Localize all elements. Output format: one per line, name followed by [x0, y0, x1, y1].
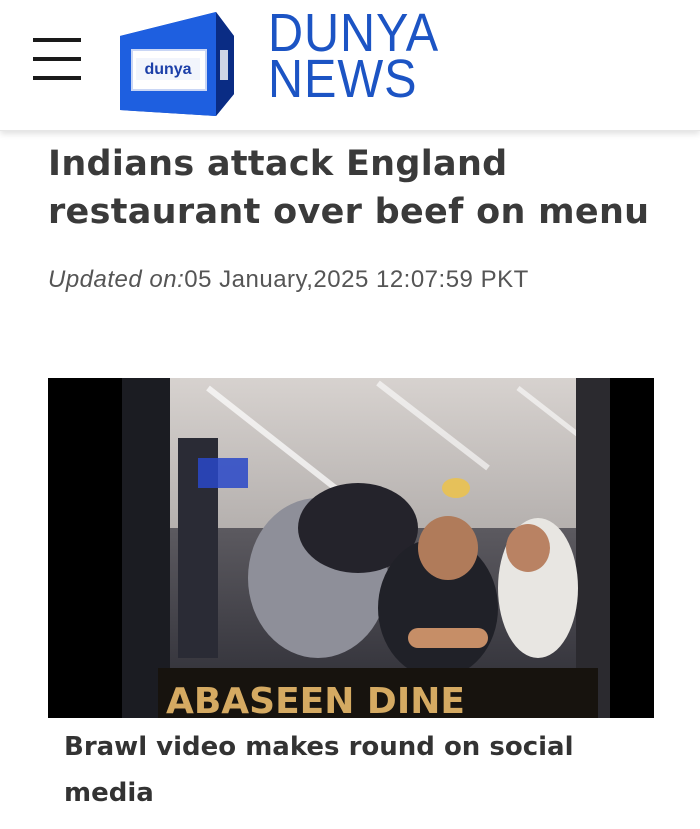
brand-wordmark[interactable]: DUNYA NEWS: [268, 6, 458, 109]
site-header: dunya DUNYA NEWS: [0, 0, 700, 131]
dunya-logo-icon[interactable]: dunya: [112, 6, 240, 118]
updated-value: 05 January,2025 12:07:59 PKT: [184, 266, 529, 293]
hamburger-menu-icon[interactable]: [33, 38, 81, 80]
article-header: Indians attack England restaurant over b…: [48, 140, 668, 236]
updated-timestamp: Updated on:05 January,2025 12:07:59 PKT: [48, 266, 529, 294]
image-caption: Brawl video makes round on social media: [64, 732, 574, 808]
video-overlay-text: ABASEEN DINE: [166, 681, 465, 718]
updated-label: Updated on:: [48, 266, 185, 293]
article-image[interactable]: ABASEEN DINE: [48, 378, 654, 718]
brand-line-2: NEWS: [268, 49, 418, 109]
article-headline: Indians attack England restaurant over b…: [48, 144, 650, 232]
logo-badge-text: dunya: [144, 61, 191, 78]
